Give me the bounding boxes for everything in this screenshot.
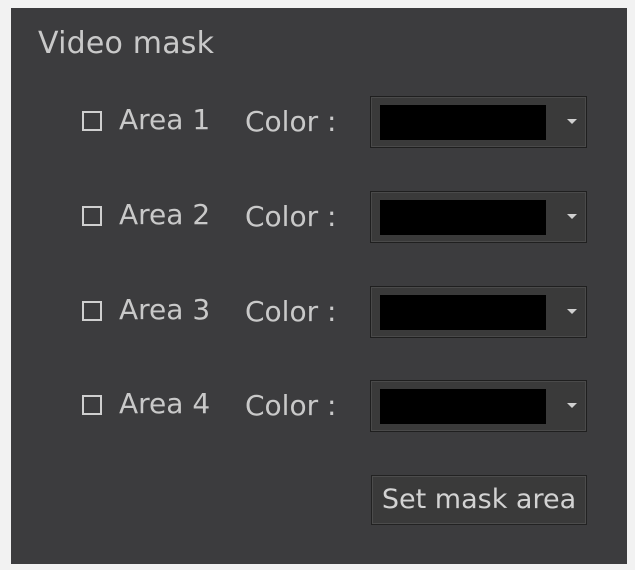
area-1-color-swatch	[380, 105, 546, 140]
area-3-checkbox[interactable]	[82, 301, 102, 321]
chevron-down-icon	[567, 309, 577, 314]
area-1-color-label: Color :	[245, 105, 337, 138]
video-mask-panel: Video mask Area 1 Color : Area 2 Color :…	[11, 8, 627, 564]
area-1-color-select[interactable]	[370, 96, 587, 148]
mask-area-row-4: Area 4 Color :	[11, 380, 627, 432]
chevron-down-icon	[567, 403, 577, 408]
mask-area-row-1: Area 1 Color :	[11, 96, 627, 148]
area-1-checkbox[interactable]	[82, 111, 102, 131]
area-2-color-swatch	[380, 200, 546, 235]
chevron-down-icon	[567, 119, 577, 124]
chevron-down-icon	[567, 214, 577, 219]
area-4-color-label: Color :	[245, 389, 337, 422]
area-4-checkbox[interactable]	[82, 395, 102, 415]
area-3-color-swatch	[380, 295, 546, 330]
area-1-label[interactable]: Area 1	[119, 103, 210, 136]
area-3-label[interactable]: Area 3	[119, 293, 210, 326]
area-4-label[interactable]: Area 4	[119, 387, 210, 420]
area-2-color-label: Color :	[245, 200, 337, 233]
area-3-color-select[interactable]	[370, 286, 587, 338]
set-mask-area-button[interactable]: Set mask area	[371, 475, 587, 525]
panel-title: Video mask	[38, 26, 215, 61]
area-4-color-swatch	[380, 389, 546, 424]
area-2-color-select[interactable]	[370, 191, 587, 243]
mask-area-row-2: Area 2 Color :	[11, 191, 627, 243]
area-2-checkbox[interactable]	[82, 206, 102, 226]
area-2-label[interactable]: Area 2	[119, 198, 210, 231]
area-4-color-select[interactable]	[370, 380, 587, 432]
area-3-color-label: Color :	[245, 295, 337, 328]
mask-area-row-3: Area 3 Color :	[11, 286, 627, 338]
